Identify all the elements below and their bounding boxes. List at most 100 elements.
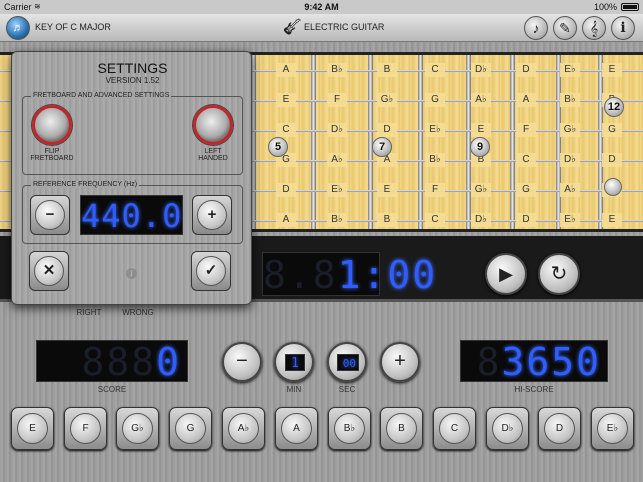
fret-note[interactable]: D: [516, 213, 536, 227]
note-button-label: B♭: [334, 413, 365, 444]
fret-note[interactable]: D: [602, 153, 622, 167]
fret-note[interactable]: D♭: [327, 123, 347, 137]
info-icon[interactable]: i: [611, 16, 635, 40]
min-label: MIN: [286, 385, 302, 394]
sec-label: SEC: [338, 385, 356, 394]
time-minus-button[interactable]: −: [222, 342, 262, 382]
note-button-label: D♭: [492, 413, 523, 444]
sec-value: 00: [337, 354, 359, 371]
note-button-label: E♭: [597, 413, 628, 444]
fret-note[interactable]: G♭: [560, 123, 580, 137]
settings-title: SETTINGS: [97, 60, 168, 76]
fret-note[interactable]: B♭: [560, 93, 580, 107]
fret-note[interactable]: G: [425, 93, 445, 107]
fret-wire: [598, 55, 603, 229]
fret-note[interactable]: B♭: [327, 213, 347, 227]
settings-cancel-button[interactable]: ✕: [29, 251, 69, 291]
fret-note[interactable]: E: [377, 183, 397, 197]
pencil-icon[interactable]: ✎: [553, 16, 577, 40]
fret-note[interactable]: A: [276, 213, 296, 227]
fret-note[interactable]: F: [425, 183, 445, 197]
fret-note[interactable]: E: [276, 93, 296, 107]
flip-fretboard-button[interactable]: [32, 105, 72, 145]
min-setting[interactable]: 1: [274, 342, 314, 382]
reset-icon: ↻: [550, 263, 568, 285]
note-button-label: G: [175, 413, 206, 444]
fret-note[interactable]: E: [602, 213, 622, 227]
score-value: 0: [156, 340, 181, 384]
fret-note[interactable]: A: [516, 93, 536, 107]
note-button[interactable]: G: [169, 407, 212, 450]
fret-note[interactable]: A♭: [560, 183, 580, 197]
time-plus-button[interactable]: +: [380, 342, 420, 382]
reset-button[interactable]: ↻: [538, 253, 580, 295]
left-handed-button[interactable]: [193, 105, 233, 145]
note-button[interactable]: D♭: [486, 407, 529, 450]
fret-marker: 9: [470, 137, 490, 157]
settings-version: VERSION 1.52: [105, 76, 160, 85]
fret-note[interactable]: A♭: [327, 153, 347, 167]
note-button-label: A♭: [228, 413, 259, 444]
fret-note[interactable]: B♭: [425, 153, 445, 167]
fret-note[interactable]: F: [516, 123, 536, 137]
fret-wire: [418, 55, 423, 229]
play-icon: ▶: [499, 264, 513, 284]
fret-note[interactable]: D: [377, 123, 397, 137]
note-button[interactable]: B♭: [328, 407, 371, 450]
fret-note[interactable]: C: [276, 123, 296, 137]
fret-note[interactable]: D♭: [560, 153, 580, 167]
fret-note[interactable]: E: [471, 123, 491, 137]
note-button[interactable]: D: [538, 407, 581, 450]
frequency-plus-button[interactable]: +: [192, 195, 232, 235]
fret-note[interactable]: A: [276, 63, 296, 77]
key-label[interactable]: KEY OF C MAJOR: [35, 22, 111, 32]
fret-note[interactable]: G: [516, 183, 536, 197]
note-button[interactable]: A: [275, 407, 318, 450]
settings-panel: SETTINGS VERSION 1.52 FRETBOARD AND ADVA…: [11, 51, 252, 305]
frequency-display: 440.0: [80, 195, 183, 235]
note-button[interactable]: F: [64, 407, 107, 450]
fret-note[interactable]: E: [602, 63, 622, 77]
settings-confirm-button[interactable]: ✓: [191, 251, 231, 291]
note-button-label: B: [386, 413, 417, 444]
note-button[interactable]: E: [11, 407, 54, 450]
note-button-label: D: [544, 413, 575, 444]
note-button[interactable]: A♭: [222, 407, 265, 450]
fret-wire: [311, 55, 316, 229]
music-note-icon[interactable]: ♪: [524, 16, 548, 40]
play-button[interactable]: ▶: [485, 253, 527, 295]
fret-note[interactable]: F: [327, 93, 347, 107]
left-handed-caption: LEFT HANDED: [198, 148, 228, 162]
key-select-icon[interactable]: ♬: [6, 16, 30, 40]
fret-note[interactable]: E♭: [425, 123, 445, 137]
note-button[interactable]: C: [433, 407, 476, 450]
note-button[interactable]: B: [380, 407, 423, 450]
fret-note[interactable]: C: [425, 213, 445, 227]
sec-setting[interactable]: 00: [327, 342, 367, 382]
fret-wire: [556, 55, 561, 229]
fret-note[interactable]: B: [377, 213, 397, 227]
fret-note[interactable]: G: [602, 123, 622, 137]
fret-note[interactable]: C: [425, 63, 445, 77]
fret-note[interactable]: G♭: [377, 93, 397, 107]
fret-note[interactable]: E♭: [560, 63, 580, 77]
fret-note[interactable]: C: [516, 153, 536, 167]
fret-note[interactable]: G♭: [471, 183, 491, 197]
hiscore-label: HI-SCORE: [514, 385, 554, 394]
note-button-label: G♭: [122, 413, 153, 444]
note-button[interactable]: E♭: [591, 407, 634, 450]
note-button[interactable]: G♭: [116, 407, 159, 450]
treble-clef-icon[interactable]: 𝄞: [582, 16, 606, 40]
fret-note[interactable]: B: [377, 63, 397, 77]
frequency-minus-button[interactable]: −: [30, 195, 70, 235]
fret-note[interactable]: A♭: [471, 93, 491, 107]
fret-note[interactable]: D♭: [471, 213, 491, 227]
fret-note[interactable]: D♭: [471, 63, 491, 77]
fret-note[interactable]: E♭: [327, 183, 347, 197]
fret-note[interactable]: B♭: [327, 63, 347, 77]
timer-display: 8.81:00: [262, 252, 438, 297]
fret-note[interactable]: D: [516, 63, 536, 77]
fret-note[interactable]: D: [276, 183, 296, 197]
hiscore-display: 83650: [460, 340, 608, 383]
fret-note[interactable]: E♭: [560, 213, 580, 227]
